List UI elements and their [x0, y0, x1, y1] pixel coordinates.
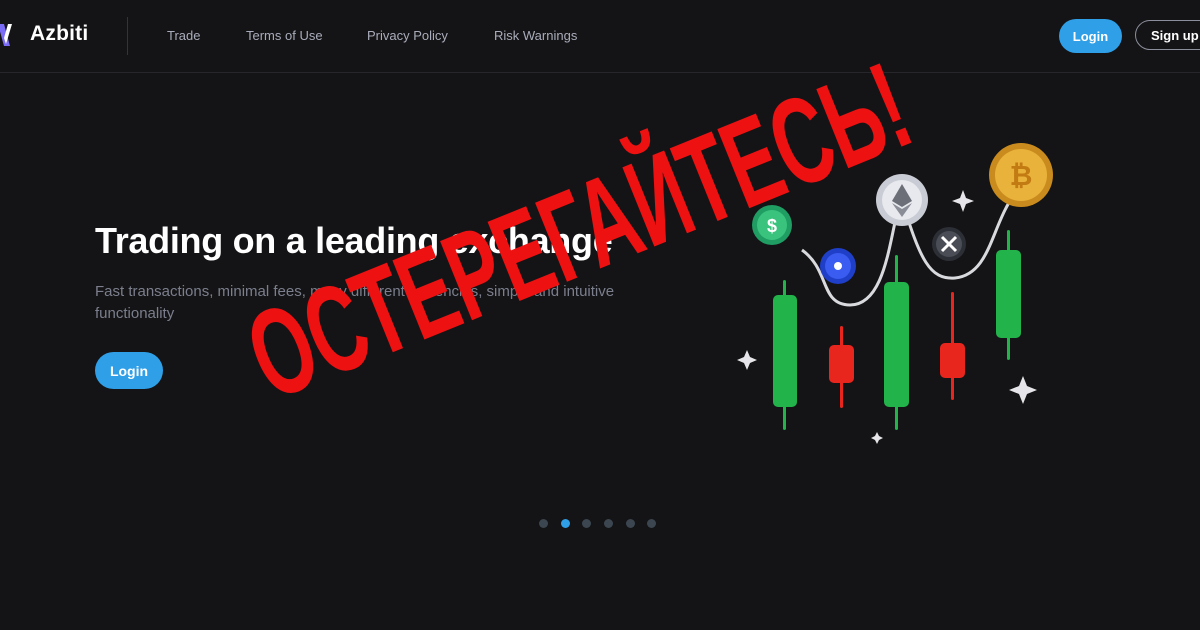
svg-text:₿: ₿: [1010, 160, 1033, 191]
nav-terms-of-use[interactable]: Terms of Use: [246, 28, 323, 43]
carousel-dot[interactable]: [539, 519, 548, 528]
carousel-dot[interactable]: [582, 519, 591, 528]
coin-bitcoin-icon: ₿: [989, 143, 1053, 207]
signup-button[interactable]: Sign up: [1135, 20, 1200, 50]
site-header: Azbiti Trade Terms of Use Privacy Policy…: [0, 0, 1200, 73]
candle-green-1: [773, 280, 797, 430]
coin-cardano-icon: [820, 248, 856, 284]
sparkle-icon: [1009, 376, 1037, 404]
candle-green-2: [884, 255, 909, 430]
nav-privacy-policy[interactable]: Privacy Policy: [367, 28, 448, 43]
carousel-dot[interactable]: [647, 519, 656, 528]
logo-icon[interactable]: [0, 22, 14, 48]
sparkle-icon: [871, 432, 883, 444]
nav-risk-warnings[interactable]: Risk Warnings: [494, 28, 577, 43]
candle-red-1: [829, 326, 854, 408]
coin-xrp-icon: [932, 227, 966, 261]
header-divider: [127, 17, 128, 55]
nav-trade[interactable]: Trade: [167, 28, 200, 43]
header-login-button[interactable]: Login: [1059, 19, 1122, 53]
brand-name[interactable]: Azbiti: [30, 22, 88, 46]
carousel-dot-active[interactable]: [561, 519, 570, 528]
hero-login-button[interactable]: Login: [95, 352, 163, 389]
candle-red-2: [940, 292, 965, 400]
candle-green-3: [996, 230, 1021, 360]
sparkle-icon: [952, 190, 974, 212]
sparkle-icon: [737, 350, 757, 370]
carousel-dot[interactable]: [604, 519, 613, 528]
carousel-dot[interactable]: [626, 519, 635, 528]
